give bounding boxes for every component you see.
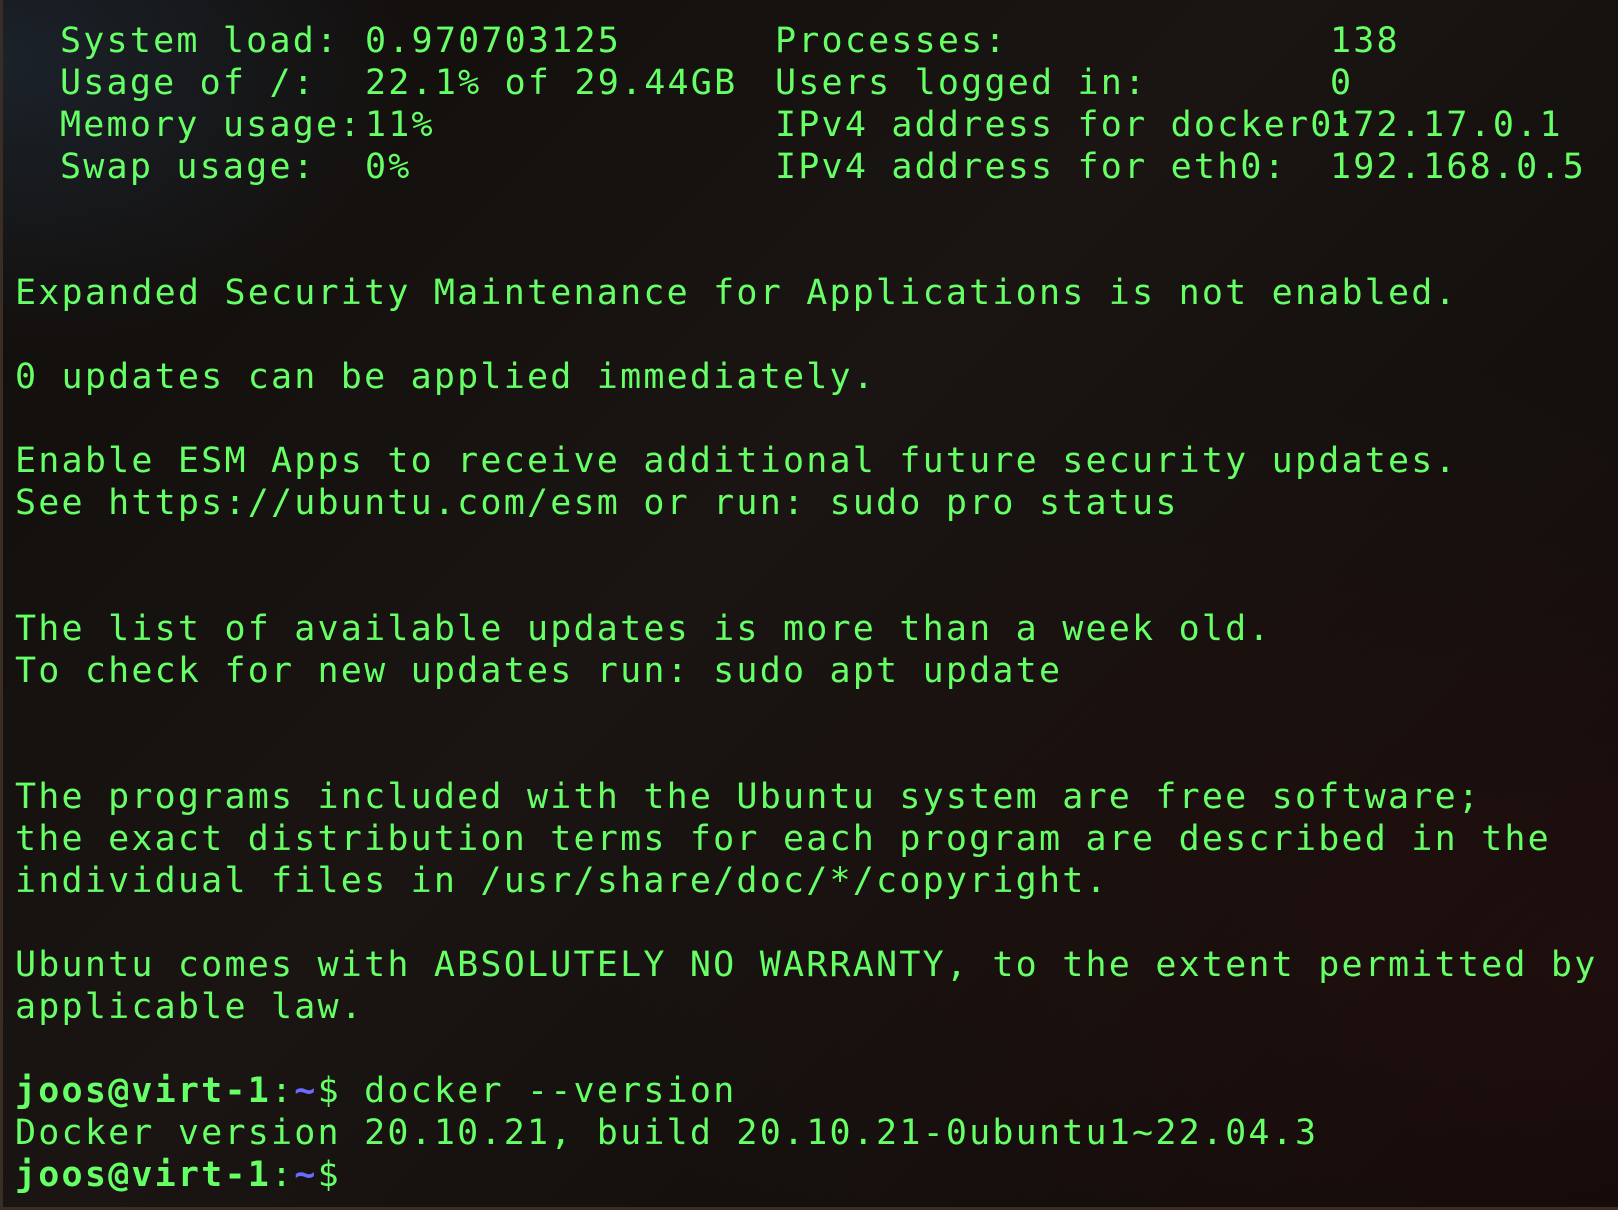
prompt-user-host: joos@virt-1 [15,1071,271,1111]
updates-line: 0 updates can be applied immediately. [15,357,877,397]
sysinfo-row: Swap usage: 0% IPv4 address for eth0: 19… [15,146,1618,188]
terminal-window[interactable]: System load: 0.970703125 Processes: 138 … [0,0,1618,1210]
sysinfo-label: Processes: [775,21,1008,61]
sysinfo-value: 0% [365,147,412,187]
sysinfo-label: IPv4 address for docker0: [775,105,1357,145]
esm-status-line: Expanded Security Maintenance for Applic… [15,273,1458,313]
command-input: docker --version [340,1071,737,1111]
warranty-line: Ubuntu comes with ABSOLUTELY NO WARRANTY… [15,945,1598,985]
free-software-line: individual files in /usr/share/doc/*/cop… [15,861,1109,901]
sysinfo-label: Users logged in: [775,63,1148,103]
warranty-line: applicable law. [15,987,365,1027]
sysinfo-value: 0.970703125 [365,21,621,61]
sysinfo-value: 172.17.0.1 [1330,105,1563,145]
prompt-separator: : [271,1071,295,1111]
prompt-path: ~ [294,1071,318,1111]
sysinfo-value: 11% [365,105,435,145]
check-updates-line: To check for new updates run: sudo apt u… [15,651,1063,691]
free-software-line: The programs included with the Ubuntu sy… [15,777,1482,817]
command-line: joos@virt-1:~$ docker --version [15,1070,1618,1112]
sysinfo-value: 138 [1330,21,1400,61]
sysinfo-label: IPv4 address for eth0: [775,147,1287,187]
prompt-sign: $ [317,1155,341,1195]
prompt-separator: : [271,1155,295,1195]
esm-see-line: See https://ubuntu.com/esm or run: sudo … [15,483,1179,523]
sysinfo-row: Usage of /: 22.1% of 29.44GB Users logge… [15,62,1618,104]
sysinfo-value: 0 [1330,63,1354,103]
terminal-output: System load: 0.970703125 Processes: 138 … [15,20,1618,1196]
command-output: Docker version 20.10.21, build 20.10.21-… [15,1113,1319,1153]
prompt-sign: $ [317,1071,341,1111]
active-prompt-line[interactable]: joos@virt-1:~$ [15,1154,1618,1196]
sysinfo-row: Memory usage: 11% IPv4 address for docke… [15,104,1618,146]
list-old-line: The list of available updates is more th… [15,609,1272,649]
sysinfo-value: 192.168.0.5 [1330,147,1586,187]
sysinfo-value: 22.1% of 29.44GB [365,63,738,103]
sysinfo-label: Usage of /: [60,63,316,103]
esm-enable-line: Enable ESM Apps to receive additional fu… [15,441,1458,481]
free-software-line: the exact distribution terms for each pr… [15,819,1551,859]
sysinfo-label: System load: [60,21,340,61]
sysinfo-label: Swap usage: [60,147,316,187]
text-cursor[interactable] [341,1158,359,1194]
prompt-path: ~ [294,1155,318,1195]
prompt-user-host: joos@virt-1 [15,1155,271,1195]
sysinfo-label: Memory usage: [60,105,363,145]
sysinfo-row: System load: 0.970703125 Processes: 138 [15,20,1618,62]
